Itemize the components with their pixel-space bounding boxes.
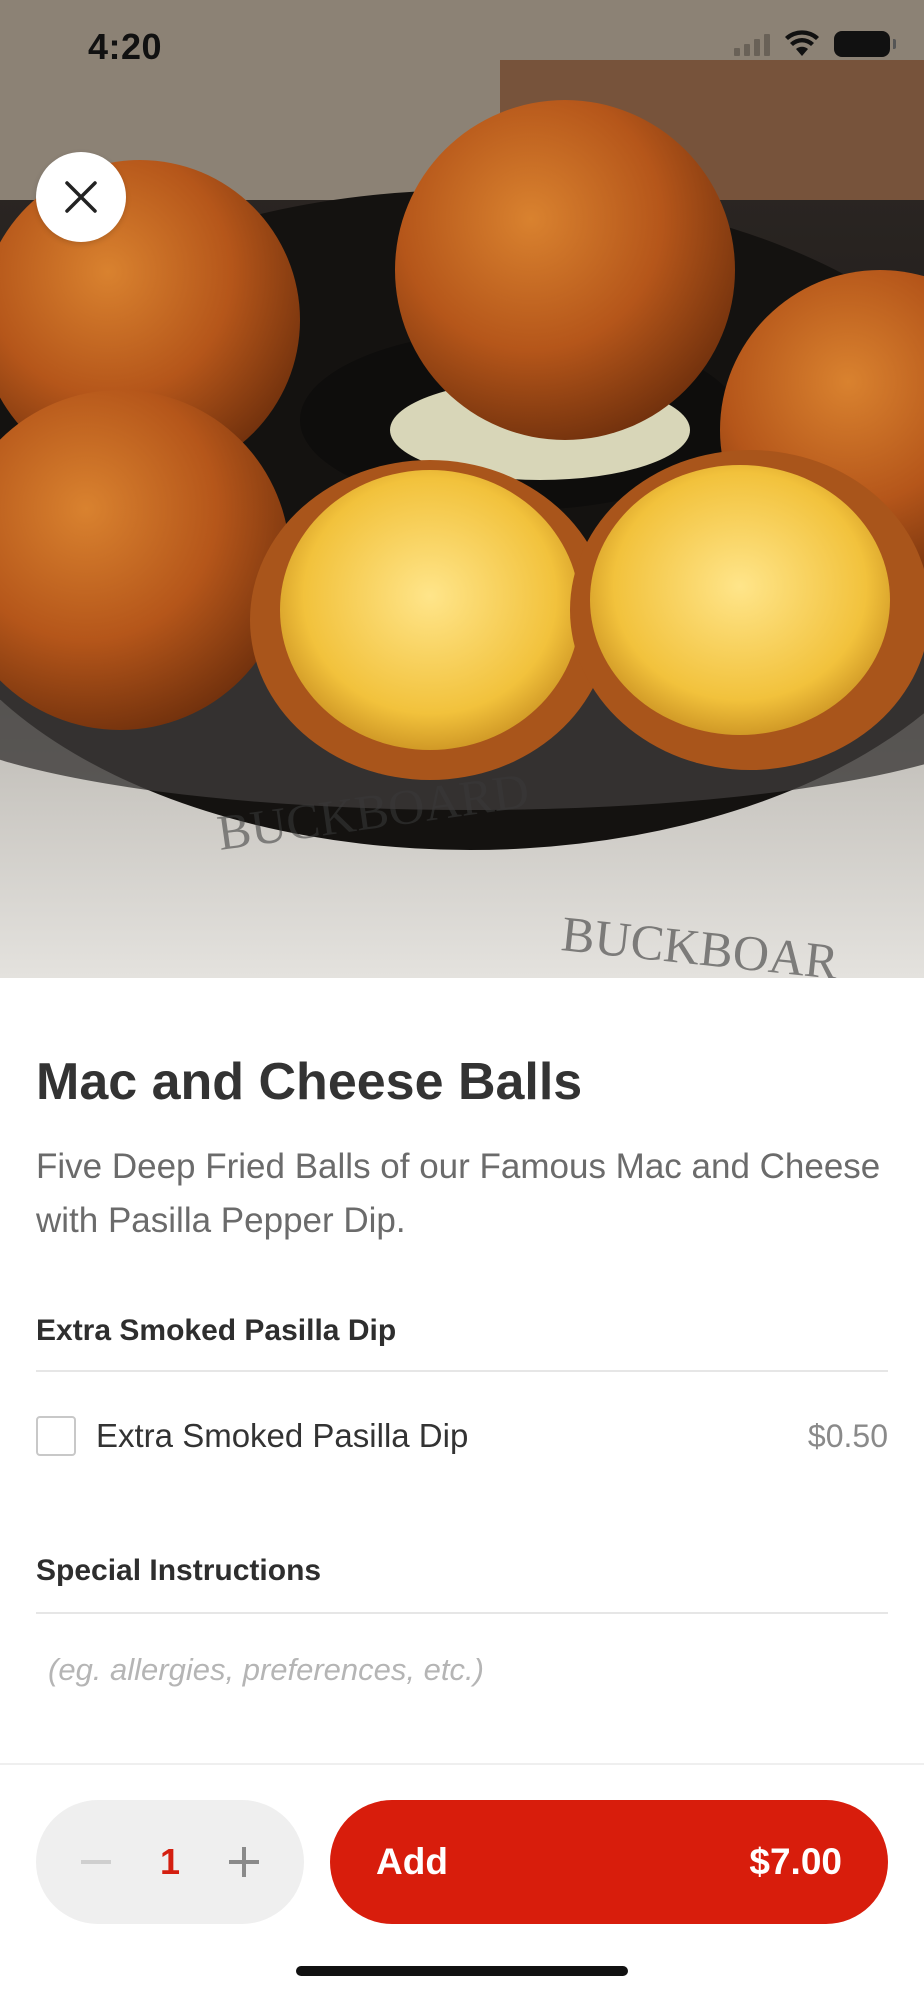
minus-icon <box>81 1860 111 1864</box>
close-icon <box>65 181 97 213</box>
decrement-button[interactable] <box>76 1842 116 1882</box>
add-total-price: $7.00 <box>749 1841 842 1882</box>
wifi-icon <box>785 30 819 56</box>
option-price: $0.50 <box>807 1417 888 1454</box>
item-title: Mac and Cheese Balls <box>36 1053 583 1111</box>
modifier-option[interactable]: Extra Smoked Pasilla Dip $0.50 <box>36 1412 888 1460</box>
quantity-stepper: 1 <box>36 1800 304 1924</box>
status-time: 4:20 <box>88 26 163 67</box>
option-checkbox[interactable] <box>36 1416 76 1456</box>
cellular-signal-icon <box>734 32 770 56</box>
bottom-divider <box>0 1763 924 1765</box>
home-indicator <box>296 1966 628 1976</box>
quantity-value: 1 <box>159 1841 181 1882</box>
status-icons <box>734 30 896 58</box>
battery-icon <box>834 31 896 57</box>
add-label: Add <box>376 1841 448 1882</box>
special-instructions-input[interactable] <box>36 1640 888 1700</box>
add-to-cart-button[interactable]: Add $7.00 <box>330 1800 888 1924</box>
modifier-section-title: Extra Smoked Pasilla Dip <box>36 1314 397 1347</box>
plus-icon <box>229 1847 259 1877</box>
option-label: Extra Smoked Pasilla Dip <box>96 1417 469 1454</box>
increment-button[interactable] <box>224 1842 264 1882</box>
divider <box>36 1612 888 1614</box>
item-photo: BUCKBOARD BUCKBOAR <box>0 0 924 978</box>
item-description: Five Deep Fried Balls of our Famous Mac … <box>36 1147 881 1240</box>
food-photo-illustration: BUCKBOARD BUCKBOAR <box>0 0 924 978</box>
divider <box>36 1370 888 1372</box>
close-button[interactable] <box>36 152 126 242</box>
instructions-section-title: Special Instructions <box>36 1554 322 1587</box>
